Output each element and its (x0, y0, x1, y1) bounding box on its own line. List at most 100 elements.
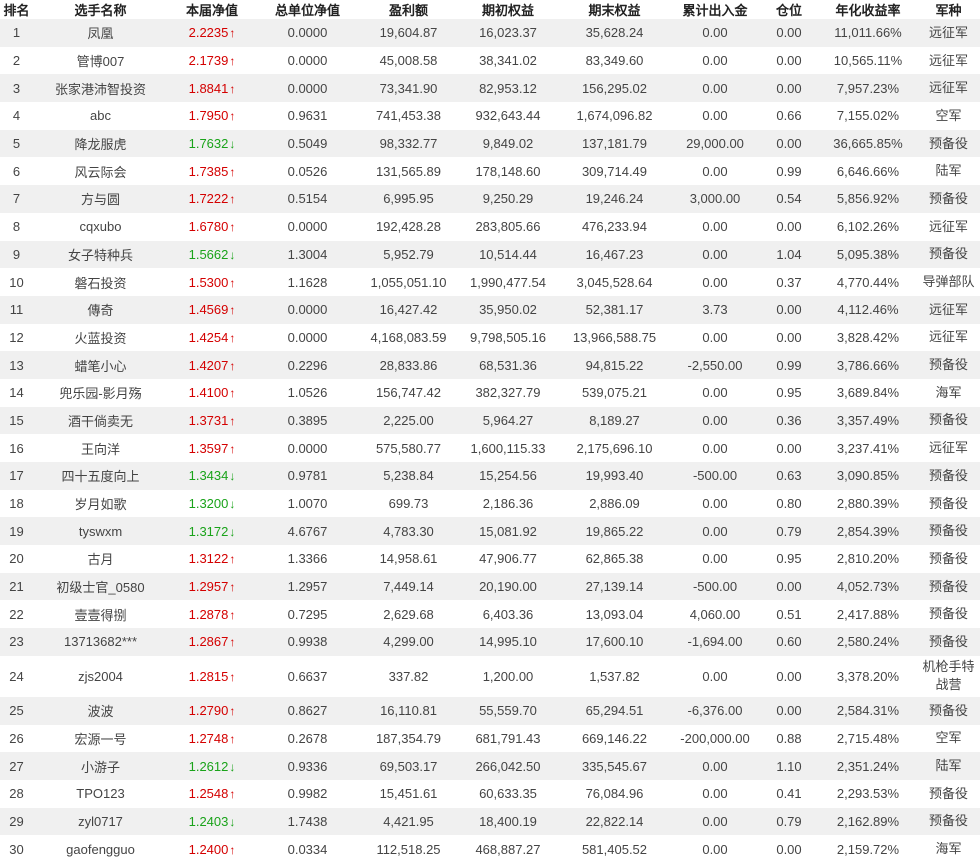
player-name-link[interactable]: 管博007 (33, 47, 168, 75)
flow-cell: 3.73 (671, 295, 759, 324)
player-name-link[interactable]: zjs2004 (33, 656, 168, 697)
final-equity-cell: 22,822.14 (558, 807, 671, 836)
branch-cell: 空军 (935, 730, 962, 746)
profit-cell: 5,952.79 (359, 240, 458, 269)
nav-value: 1.5662 (188, 246, 229, 262)
table-row[interactable]: 2 管博007 2.1739↑ 0.0000 45,008.58 38,341.02 83,… (0, 47, 980, 75)
position-cell: 0.00 (776, 219, 802, 235)
branch-cell: 陆军 (935, 163, 962, 179)
table-row[interactable]: 14 兜乐园-影月殇 1.4100↑ 1.0526 156,747.42 382,327.… (0, 379, 980, 407)
table-row[interactable]: 1 凤凰 2.2235↑ 0.0000 19,604.87 16,023.37 35,628… (0, 19, 980, 47)
initial-equity-cell: 468,887.27 (475, 841, 541, 857)
table-row[interactable]: 5 降龙服虎 1.7632↓ 0.5049 98,332.77 9,849.02 137,1… (0, 129, 980, 158)
player-name-link[interactable]: 火蓝投资 (33, 324, 168, 352)
table-row[interactable]: 18 岁月如歌 1.3200↓ 1.0070 699.73 2,186.36 2,886.0… (0, 490, 980, 518)
initial-equity-cell: 10,514.44 (458, 240, 558, 269)
player-name-link[interactable]: gaofengguo (33, 835, 168, 863)
table-row[interactable]: 6 风云际会 1.7385↑ 0.0526 131,565.89 178,148.60 30… (0, 157, 980, 185)
initial-equity-cell: 16,023.37 (458, 19, 558, 47)
annual-return-cell: 6,646.66% (836, 163, 900, 179)
header-annual-return[interactable]: 年化收益率 (819, 0, 917, 19)
table-row[interactable]: 12 火蓝投资 1.4254↑ 0.0000 4,168,083.59 9,798,505… (0, 324, 980, 352)
player-name-link[interactable]: 女子特种兵 (33, 240, 168, 269)
table-row[interactable]: 13 蜡笔小心 1.4207↑ 0.2296 28,833.86 68,531.36 94,… (0, 351, 980, 379)
player-name-link[interactable]: TPO123 (33, 780, 168, 808)
nav-cell: 1.3731↑ (168, 406, 256, 435)
table-row[interactable]: 4 abc 1.7950↑ 0.9631 741,453.38 932,643.44 1,6… (0, 102, 980, 130)
final-equity-cell: 1,537.82 (589, 668, 640, 684)
annual-return-cell: 2,854.39% (819, 517, 917, 546)
player-name-link[interactable]: abc (33, 102, 168, 130)
player-name-link[interactable]: 傳奇 (33, 295, 168, 324)
nav-cell: 1.3122↑ (168, 545, 256, 573)
flow-cell: 0.00 (702, 786, 728, 802)
nav-cell: 1.5300↑ (168, 268, 256, 296)
table-row[interactable]: 7 方与圆 1.7222↑ 0.5154 6,995.95 9,250.29 19,246.… (0, 185, 980, 213)
player-name-link[interactable]: cqxubo (33, 213, 168, 241)
player-name-link[interactable]: 四十五度向上 (33, 462, 168, 490)
flow-cell: 0.00 (702, 440, 728, 456)
flow-cell: 0.00 (702, 219, 728, 235)
table-row[interactable]: 8 cqxubo 1.6780↑ 0.0000 192,428.28 283,805.66… (0, 213, 980, 241)
table-row[interactable]: 9 女子特种兵 1.5662↓ 1.3004 5,952.79 10,514.44 16,4… (0, 240, 980, 269)
initial-equity-cell: 9,250.29 (458, 185, 558, 213)
header-position[interactable]: 仓位 (759, 0, 819, 19)
header-total-unit-nav[interactable]: 总单位净值 (256, 0, 359, 19)
header-final-equity[interactable]: 期末权益 (558, 0, 671, 19)
unit-nav-cell: 0.9631 (287, 108, 328, 124)
header-branch[interactable]: 军种 (917, 0, 980, 19)
header-rank[interactable]: 排名 (0, 0, 33, 19)
player-name-link[interactable]: 酒干倘卖无 (33, 406, 168, 435)
table-row[interactable]: 28 TPO123 1.2548↑ 0.9982 15,451.61 60,633.35 7… (0, 780, 980, 808)
table-row[interactable]: 25 波波 1.2790↑ 0.8627 16,110.81 55,559.70 65,29… (0, 696, 980, 725)
table-row[interactable]: 22 壹壹得捌 1.2878↑ 0.7295 2,629.68 6,403.36 13,09… (0, 600, 980, 628)
rank-cell: 3 (0, 74, 33, 103)
player-name-link[interactable]: 凤凰 (33, 19, 168, 47)
player-name-link[interactable]: 降龙服虎 (33, 129, 168, 158)
flow-cell: 0.00 (702, 385, 728, 401)
table-row[interactable]: 15 酒干倘卖无 1.3731↑ 0.3895 2,225.00 5,964.27 8,18… (0, 406, 980, 435)
player-name-link[interactable]: 壹壹得捌 (33, 600, 168, 628)
table-row[interactable]: 3 张家港沛智投资 1.8841↑ 0.0000 73,341.90 82,953.12 1… (0, 74, 980, 103)
header-cumulative-flow[interactable]: 累计出入金 (671, 0, 759, 19)
player-name-link[interactable]: 张家港沛智投资 (33, 74, 168, 103)
profit-cell: 2,629.68 (383, 606, 434, 622)
unit-nav-cell: 0.0000 (256, 74, 359, 103)
player-name-link[interactable]: 兜乐园-影月殇 (33, 379, 168, 407)
player-name-link[interactable]: 风云际会 (33, 157, 168, 185)
table-row[interactable]: 29 zyl0717 1.2403↓ 1.7438 4,421.95 18,400.19 2… (0, 807, 980, 836)
arrow-up-icon: ↑ (229, 81, 236, 96)
player-name-link[interactable]: 方与圆 (33, 185, 168, 213)
player-name-link[interactable]: tyswxm (33, 517, 168, 546)
table-row[interactable]: 11 傳奇 1.4569↑ 0.0000 16,427.42 35,950.02 52,38… (0, 295, 980, 324)
table-row[interactable]: 19 tyswxm 1.3172↓ 4.6767 4,783.30 15,081.92 19… (0, 517, 980, 546)
table-row[interactable]: 26 宏源一号 1.2748↑ 0.2678 187,354.79 681,791.43 6… (0, 725, 980, 753)
rank-cell: 1 (0, 19, 33, 47)
table-row[interactable]: 30 gaofengguo 1.2400↑ 0.0334 112,518.25 468,8… (0, 835, 980, 863)
header-current-nav[interactable]: 本届净值 (168, 0, 256, 19)
table-row[interactable]: 10 磐石投资 1.5300↑ 1.1628 1,055,051.10 1,990,477… (0, 268, 980, 296)
player-name-link[interactable]: 古月 (33, 545, 168, 573)
table-row[interactable]: 24 zjs2004 1.2815↑ 0.6637 337.82 1,200.00 1,53… (0, 656, 980, 697)
header-profit[interactable]: 盈利额 (359, 0, 458, 19)
player-name-link[interactable]: 小游子 (33, 752, 168, 780)
header-initial-equity[interactable]: 期初权益 (458, 0, 558, 19)
header-player-name[interactable]: 选手名称 (33, 0, 168, 19)
table-row[interactable]: 16 王向洋 1.3597↑ 0.0000 575,580.77 1,600,115.33… (0, 434, 980, 462)
nav-value: 1.4100 (188, 385, 229, 401)
player-name-link[interactable]: zyl0717 (33, 807, 168, 836)
table-row[interactable]: 17 四十五度向上 1.3434↓ 0.9781 5,238.84 15,254.56 19… (0, 462, 980, 490)
player-name-link[interactable]: 宏源一号 (33, 725, 168, 753)
position-cell: 0.80 (776, 496, 802, 512)
player-name-link[interactable]: 13713682*** (33, 628, 168, 656)
table-row[interactable]: 21 初级士官_0580 1.2957↑ 1.2957 7,449.14 20,190.0… (0, 572, 980, 601)
player-name-link[interactable]: 初级士官_0580 (33, 572, 168, 601)
table-row[interactable]: 20 古月 1.3122↑ 1.3366 14,958.61 47,906.77 62,86… (0, 545, 980, 573)
table-row[interactable]: 27 小游子 1.2612↓ 0.9336 69,503.17 266,042.50 335… (0, 752, 980, 780)
player-name-link[interactable]: 磐石投资 (33, 268, 168, 296)
player-name-link[interactable]: 岁月如歌 (33, 490, 168, 518)
table-row[interactable]: 23 13713682*** 1.2867↑ 0.9938 4,299.00 14,995… (0, 628, 980, 656)
player-name-link[interactable]: 波波 (33, 696, 168, 725)
player-name-link[interactable]: 蜡笔小心 (33, 351, 168, 379)
player-name-link[interactable]: 王向洋 (33, 434, 168, 462)
